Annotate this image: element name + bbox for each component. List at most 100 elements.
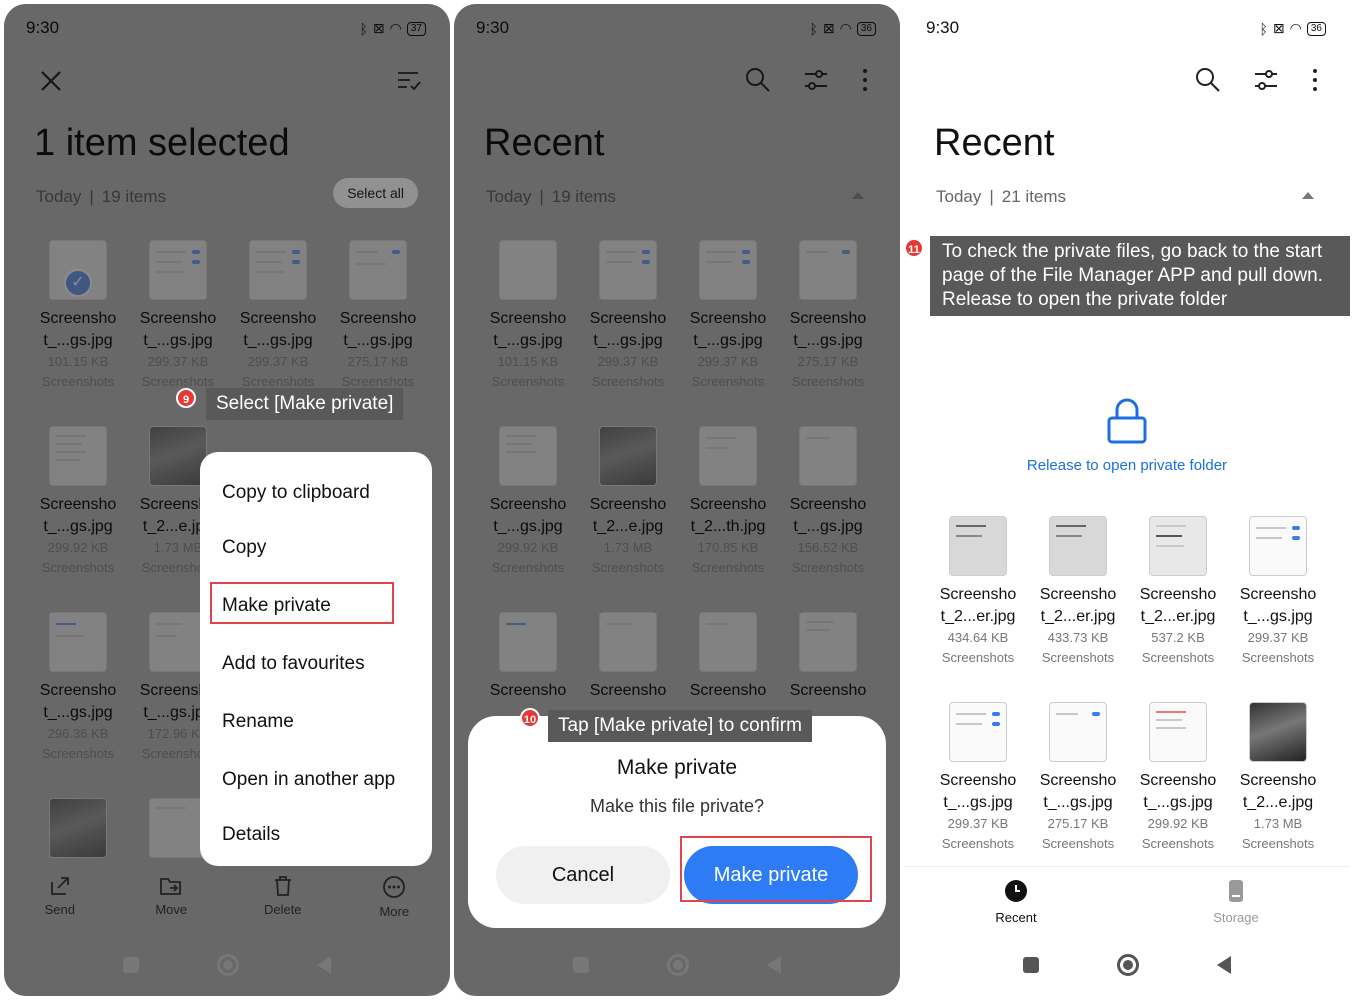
file-item[interactable]: Screensho t_...gs.jpg 299.37 KB Screensh…	[1228, 516, 1328, 667]
file-thumbnail	[49, 612, 107, 672]
file-item[interactable]: Screensho t_...gs.jpg 296.36 KB Screensh…	[28, 612, 128, 763]
file-folder: Screenshots	[41, 374, 115, 389]
file-thumbnail	[599, 612, 657, 672]
wifi-icon: ◠	[1289, 20, 1302, 36]
file-item[interactable]: Screensho t_...gs.jpg 156.52 KB Screensh…	[778, 426, 878, 577]
private-folder-pull[interactable]: Release to open private folder	[904, 396, 1350, 474]
move-button[interactable]: Move	[126, 874, 216, 919]
select-all-button[interactable]: Select all	[333, 178, 418, 208]
more-button[interactable]: More	[349, 874, 439, 919]
file-item[interactable]: Screensho t_2...er.jpg 537.2 KB Screensh…	[1128, 516, 1228, 667]
separator: |	[989, 187, 994, 206]
file-name: Screensho	[1039, 586, 1117, 603]
file-name: t_...gs.jpg	[43, 704, 113, 721]
file-item[interactable]: Screensho t_...gs.jpg 299.92 KB Screensh…	[28, 426, 128, 577]
lock-icon	[1107, 398, 1147, 444]
tab-recent[interactable]: Recent	[956, 879, 1076, 925]
file-thumbnail	[1049, 702, 1107, 762]
search-icon[interactable]	[744, 66, 772, 94]
file-folder: Screenshots	[691, 374, 765, 389]
file-item[interactable]: Screensho t_2...e.jpg 1.73 MB Screenshot…	[1228, 702, 1328, 853]
file-item[interactable]: Screensho t_2...er.jpg 434.64 KB Screens…	[928, 516, 1028, 667]
move-icon	[160, 878, 182, 895]
file-name: t_...gs.jpg	[243, 332, 313, 349]
file-name: t_2...er.jpg	[1140, 608, 1216, 625]
more-vert-icon[interactable]	[1310, 66, 1320, 94]
file-size: 299.92 KB	[47, 540, 109, 555]
back-nav-icon[interactable]	[317, 956, 331, 974]
separator: |	[539, 187, 544, 206]
file-name: Screensho	[39, 496, 117, 513]
file-size: 275.17 KB	[347, 354, 409, 369]
file-name: Screensho	[789, 310, 867, 327]
file-thumbnail	[1249, 516, 1307, 576]
file-name: Screensho	[1239, 772, 1317, 789]
file-name: Screensho	[489, 310, 567, 327]
search-icon[interactable]	[1194, 66, 1222, 94]
file-item[interactable]: Screensho t_...gs.jpg 275.17 KB Screensh…	[778, 240, 878, 391]
file-item[interactable]: Screensho t_...gs.jpg 275.17 KB Screensh…	[328, 240, 428, 391]
collapse-icon[interactable]	[1302, 192, 1314, 199]
tab-storage[interactable]: Storage	[1176, 879, 1296, 925]
file-item[interactable]: Screensho t_...gs.jpg 299.37 KB Screensh…	[678, 240, 778, 391]
select-list-icon[interactable]	[396, 70, 422, 92]
system-nav-bar	[4, 954, 450, 976]
file-item[interactable]: Screensho t_2...er.jpg 433.73 KB Screens…	[1028, 516, 1128, 667]
menu-add-to-favourites[interactable]: Add to favourites	[222, 653, 365, 675]
filter-icon[interactable]	[1252, 66, 1280, 94]
file-name: t_...gs.jpg	[793, 518, 863, 535]
menu-copy[interactable]: Copy	[222, 537, 266, 559]
file-item[interactable]: Screensho t_...gs.jpg 299.92 KB Screensh…	[478, 426, 578, 577]
menu-open-in-another-app[interactable]: Open in another app	[222, 769, 395, 791]
recents-nav-icon[interactable]	[1023, 957, 1039, 973]
file-name: t_...gs.jpg	[593, 332, 663, 349]
file-item[interactable]: Screensho	[578, 612, 678, 702]
file-item[interactable]: Screensho t_...gs.jpg 299.37 KB Screensh…	[128, 240, 228, 391]
file-item[interactable]: Screensho t_2...th.jpg 170.85 KB Screens…	[678, 426, 778, 577]
phone-screen-confirm: 9:30 ᛒ ⊠ ◠ 36 Recent Today | 19 items Scre…	[454, 4, 900, 996]
menu-details[interactable]: Details	[222, 824, 280, 846]
file-item[interactable]	[28, 798, 128, 866]
home-nav-icon[interactable]	[1117, 954, 1139, 976]
wifi-icon: ◠	[839, 20, 852, 36]
file-item[interactable]: Screensho t_2...e.jpg 1.73 MB Screenshot…	[578, 426, 678, 577]
cancel-button[interactable]: Cancel	[496, 846, 670, 904]
recents-nav-icon[interactable]	[573, 957, 589, 973]
back-nav-icon[interactable]	[1217, 956, 1231, 974]
collapse-icon[interactable]	[852, 192, 864, 199]
filter-icon[interactable]	[802, 66, 830, 94]
file-name: t_2...e.jpg	[1242, 794, 1314, 811]
file-item[interactable]: Screensho t_...gs.jpg 299.37 KB Screensh…	[928, 702, 1028, 853]
section-day: Today	[936, 187, 982, 206]
file-size: 1.73 MB	[603, 540, 653, 555]
recents-nav-icon[interactable]	[123, 957, 139, 973]
close-icon[interactable]	[40, 70, 62, 92]
file-item[interactable]: Screensho t_...gs.jpg 101.15 KB Screensh…	[478, 240, 578, 391]
menu-copy-to-clipboard[interactable]: Copy to clipboard	[222, 482, 370, 504]
send-button[interactable]: Send	[15, 874, 105, 919]
file-item[interactable]: Screensho t_...gs.jpg 299.92 KB Screensh…	[1128, 702, 1228, 853]
file-name: Screensho	[589, 496, 667, 513]
more-vert-icon[interactable]	[860, 66, 870, 94]
back-nav-icon[interactable]	[767, 956, 781, 974]
step-callout: Tap [Make private] to confirm	[548, 710, 812, 742]
file-item[interactable]: Screensho t_...gs.jpg 299.37 KB Screensh…	[578, 240, 678, 391]
delete-button[interactable]: Delete	[238, 874, 328, 919]
file-item[interactable]: Screensho	[678, 612, 778, 702]
home-nav-icon[interactable]	[217, 954, 239, 976]
home-nav-icon[interactable]	[667, 954, 689, 976]
send-icon	[50, 877, 69, 895]
file-item[interactable]: Screensho t_...gs.jpg 299.37 KB Screensh…	[228, 240, 328, 391]
system-nav-bar	[454, 954, 900, 976]
file-name: Screensho	[789, 682, 867, 699]
file-item[interactable]: Screensho	[778, 612, 878, 702]
send-label: Send	[44, 902, 75, 917]
file-item[interactable]: Screensho t_...gs.jpg 275.17 KB Screensh…	[1028, 702, 1128, 853]
file-name: Screensho	[339, 310, 417, 327]
file-item[interactable]: Screensho	[478, 612, 578, 702]
menu-rename[interactable]: Rename	[222, 711, 294, 733]
file-thumbnail	[149, 240, 207, 300]
file-name: t_...gs.jpg	[1143, 794, 1213, 811]
highlight-confirm-button	[680, 836, 872, 902]
file-item[interactable]: ✓ Screensho t_...gs.jpg 101.15 KB Screen…	[28, 240, 128, 391]
